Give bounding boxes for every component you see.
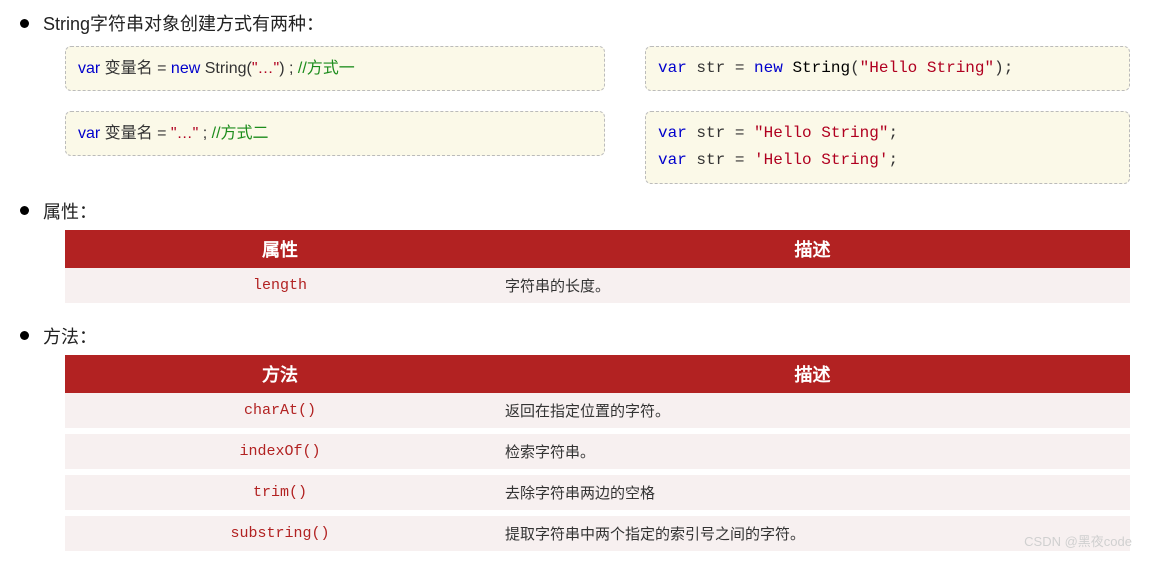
methods-table: 方法 描述 charAt()返回在指定位置的字符。indexOf()检索字符串。…	[65, 355, 1130, 557]
cell-name: trim()	[65, 472, 495, 513]
bullet-row: 方法：	[20, 323, 1130, 349]
properties-table-wrap: 属性 描述 length字符串的长度。	[65, 230, 1130, 309]
bullet-icon	[20, 331, 29, 340]
bullet-row: String字符串对象创建方式有两种：	[20, 10, 1130, 36]
th-method: 方法	[65, 355, 495, 393]
table-row: substring()提取字符串中两个指定的索引号之间的字符。	[65, 513, 1130, 554]
cell-name: substring()	[65, 513, 495, 554]
bullet-row: 属性：	[20, 198, 1130, 224]
th-description: 描述	[495, 230, 1130, 268]
section2-title: 属性：	[43, 198, 97, 224]
methods-table-wrap: 方法 描述 charAt()返回在指定位置的字符。indexOf()检索字符串。…	[65, 355, 1130, 557]
document-root: String字符串对象创建方式有两种： var 变量名 = new String…	[20, 10, 1130, 557]
cell-name: indexOf()	[65, 431, 495, 472]
properties-table: 属性 描述 length字符串的长度。	[65, 230, 1130, 309]
code-col-left: var 变量名 = new String("…") ; //方式一 var 变量…	[65, 46, 605, 184]
th-property: 属性	[65, 230, 495, 268]
section1-title: String字符串对象创建方式有两种：	[43, 10, 324, 36]
code-box-method2: var 变量名 = "…" ; //方式二	[65, 111, 605, 156]
cell-description: 检索字符串。	[495, 431, 1130, 472]
cell-description: 字符串的长度。	[495, 268, 1130, 306]
table-row: length字符串的长度。	[65, 268, 1130, 306]
cell-name: charAt()	[65, 393, 495, 431]
code-col-right: var str = new String("Hello String"); va…	[645, 46, 1130, 184]
code-box-example1: var str = new String("Hello String");	[645, 46, 1130, 91]
bullet-icon	[20, 206, 29, 215]
table-row: trim()去除字符串两边的空格	[65, 472, 1130, 513]
section-string-creation: String字符串对象创建方式有两种： var 变量名 = new String…	[20, 10, 1130, 184]
code-box-method1: var 变量名 = new String("…") ; //方式一	[65, 46, 605, 91]
cell-name: length	[65, 268, 495, 306]
table-row: charAt()返回在指定位置的字符。	[65, 393, 1130, 431]
table-row: indexOf()检索字符串。	[65, 431, 1130, 472]
cell-description: 提取字符串中两个指定的索引号之间的字符。	[495, 513, 1130, 554]
section-methods: 方法： 方法 描述 charAt()返回在指定位置的字符。indexOf()检索…	[20, 323, 1130, 557]
cell-description: 去除字符串两边的空格	[495, 472, 1130, 513]
bullet-icon	[20, 19, 29, 28]
cell-description: 返回在指定位置的字符。	[495, 393, 1130, 431]
section-properties: 属性： 属性 描述 length字符串的长度。	[20, 198, 1130, 309]
th-description: 描述	[495, 355, 1130, 393]
section3-title: 方法：	[43, 323, 97, 349]
code-columns: var 变量名 = new String("…") ; //方式一 var 变量…	[65, 46, 1130, 184]
code-box-example2: var str = "Hello String"; var str = 'Hel…	[645, 111, 1130, 183]
